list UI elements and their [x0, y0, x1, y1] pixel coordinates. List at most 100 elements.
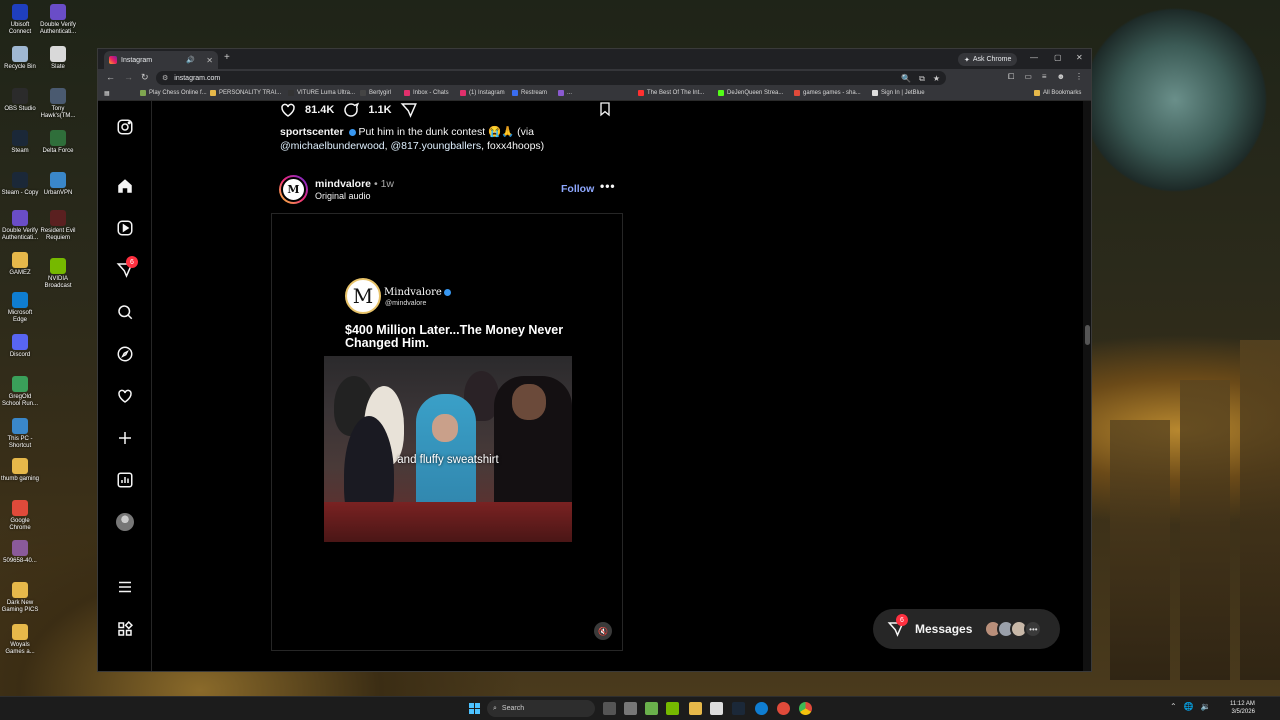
create-icon[interactable] — [115, 428, 135, 448]
post-avatar[interactable]: M — [279, 175, 308, 204]
desktop-icon[interactable]: Steam - Copy — [0, 172, 40, 197]
edge-icon[interactable] — [755, 702, 768, 715]
back-icon[interactable]: ← — [106, 72, 115, 82]
settings-icon[interactable] — [624, 702, 637, 715]
desktop-icon[interactable]: Discord — [0, 334, 40, 359]
opera-icon[interactable] — [777, 702, 790, 715]
search-icon[interactable] — [115, 302, 135, 322]
bookmark-item[interactable]: ... — [558, 90, 572, 96]
bookmark-item[interactable]: DeJenQueen Strea... — [718, 90, 783, 96]
file-explorer-icon[interactable] — [689, 702, 702, 715]
desktop-icon[interactable]: This PC - Shortcut — [0, 418, 40, 450]
desktop-icon[interactable]: GAMEZ — [0, 252, 40, 277]
mention-link[interactable]: @817.youngballers — [390, 140, 481, 152]
desktop-icon[interactable]: Slate — [38, 46, 78, 71]
chrome-icon[interactable] — [799, 702, 812, 715]
install-icon[interactable]: ⧉ — [919, 74, 925, 84]
explore-icon[interactable] — [115, 344, 135, 364]
share-icon[interactable] — [400, 101, 418, 119]
bookmark-item[interactable]: Inbox - Chats — [404, 90, 449, 96]
instagram-logo-icon[interactable] — [115, 117, 135, 137]
task-view-icon[interactable] — [603, 702, 616, 715]
tab-instagram[interactable]: Instagram 🔊 ✕ — [104, 51, 218, 69]
desktop-icon[interactable]: Double Verify Authenticati... — [0, 210, 40, 242]
bookmark-item[interactable]: All Bookmarks — [1034, 90, 1081, 96]
close-tab-icon[interactable]: ✕ — [206, 56, 213, 65]
desktop-icon[interactable]: Tony Hawk's(TM... — [38, 88, 78, 120]
bookmark-item[interactable]: Play Chess Online f... — [140, 90, 207, 96]
profile-icon[interactable]: ☻ — [1057, 72, 1065, 82]
heart-icon[interactable] — [115, 386, 135, 406]
steam-icon[interactable] — [732, 702, 745, 715]
menu-icon[interactable]: ⋮ — [1075, 72, 1083, 82]
messages-button[interactable]: 6 Messages ••• — [873, 609, 1060, 649]
like-icon[interactable] — [279, 101, 297, 119]
forward-icon[interactable]: → — [124, 72, 133, 82]
mute-icon[interactable]: 🔇 — [594, 622, 612, 640]
windows-start-icon[interactable] — [469, 703, 481, 715]
desktop-icon[interactable]: Dark New Gaming PICS — [0, 582, 40, 614]
maximize-icon[interactable]: ▢ — [1054, 53, 1062, 62]
reels-icon[interactable] — [115, 218, 135, 238]
more-apps-icon[interactable] — [115, 619, 135, 639]
desktop-icon[interactable]: Woyals Games a... — [0, 624, 40, 656]
bookmark-item[interactable]: Bertygirl — [360, 90, 391, 96]
chevron-up-icon[interactable]: ⌃ — [1170, 702, 1177, 711]
desktop-icon[interactable]: Resident Evil Requiem — [38, 210, 78, 242]
desktop-icon[interactable]: Ubisoft Connect — [0, 4, 40, 36]
media-player-icon[interactable] — [645, 702, 658, 715]
bookmark-star-icon[interactable]: ★ — [933, 74, 940, 84]
save-icon[interactable] — [597, 101, 613, 117]
post-audio[interactable]: Original audio — [315, 191, 371, 201]
desktop-icon[interactable]: Google Chrome — [0, 500, 40, 532]
extensions-icon[interactable]: ⧠ — [1008, 72, 1014, 82]
close-window-icon[interactable]: ✕ — [1076, 53, 1083, 62]
volume-icon[interactable]: 🔉 — [1201, 702, 1211, 711]
mention-link[interactable]: @michaelbunderwood — [280, 140, 385, 152]
site-info-icon[interactable]: ⚙ — [162, 74, 168, 82]
media-icon[interactable]: ≡ — [1042, 72, 1047, 82]
new-tab-button[interactable]: + — [224, 52, 230, 63]
desktop-icon[interactable]: Recycle Bin — [0, 46, 40, 71]
desktop-icon[interactable]: Double Verify Authenticati... — [38, 4, 78, 36]
post-options-button[interactable]: ••• — [600, 179, 616, 193]
minimize-icon[interactable]: — — [1030, 53, 1038, 62]
follow-button[interactable]: Follow — [561, 183, 594, 195]
comment-icon[interactable] — [342, 101, 360, 119]
dashboard-icon[interactable] — [115, 470, 135, 490]
page-scrollbar[interactable] — [1083, 101, 1091, 671]
bookmark-item[interactable]: games games - sha... — [794, 90, 861, 96]
bookmark-item[interactable]: The Best Of The Int... — [638, 90, 704, 96]
desktop-icon[interactable]: thumb gaming — [0, 458, 40, 483]
network-icon[interactable]: 🌐 — [1184, 702, 1194, 711]
reel-video[interactable]: M Mindvalore @mindvalore $400 Million La… — [271, 213, 623, 651]
bookmark-item[interactable]: (1) Instagram — [460, 90, 505, 96]
bookmark-item[interactable]: Sign In | JetBlue — [872, 90, 925, 96]
apps-icon[interactable]: ▦ — [104, 90, 110, 97]
zoom-icon[interactable]: 🔍 — [901, 74, 911, 84]
desktop-icon[interactable]: UrbanVPN — [38, 172, 78, 197]
taskbar-search[interactable]: ⌕ Search — [487, 700, 595, 717]
speaker-icon[interactable]: 🔊 — [186, 56, 195, 64]
scrollbar-thumb[interactable] — [1085, 325, 1090, 345]
desktop-icon[interactable]: Steam — [0, 130, 40, 155]
bookmark-item[interactable]: Restream — [512, 90, 547, 96]
desktop-icon[interactable]: Microsoft Edge — [0, 292, 40, 324]
desktop-icon[interactable]: GregOld School Run... — [0, 376, 40, 408]
direct-icon[interactable]: 6 — [115, 256, 138, 280]
profile-avatar[interactable] — [115, 512, 135, 532]
nvidia-icon[interactable] — [666, 702, 679, 715]
notepad-icon[interactable] — [710, 702, 723, 715]
hamburger-menu-icon[interactable] — [115, 577, 135, 597]
post-username[interactable]: mindvalore — [315, 178, 371, 190]
bookmark-item[interactable]: PERSONALITY TRAI... — [210, 90, 281, 96]
desktop-icon[interactable]: NVIDIA Broadcast — [38, 258, 78, 290]
sidepanel-icon[interactable]: ▭ — [1024, 72, 1032, 82]
system-clock[interactable]: 11:12 AM 3/5/2026 — [1230, 700, 1255, 716]
reload-icon[interactable]: ↻ — [141, 72, 149, 83]
caption-username[interactable]: sportscenter — [280, 126, 344, 138]
desktop-icon[interactable]: 509658-40... — [0, 540, 40, 565]
home-icon[interactable] — [115, 176, 135, 196]
address-bar[interactable]: ⚙ instagram.com 🔍 ⧉ ★ — [156, 71, 946, 85]
bookmark-item[interactable]: VITURE Luma Ultra... — [288, 90, 355, 96]
